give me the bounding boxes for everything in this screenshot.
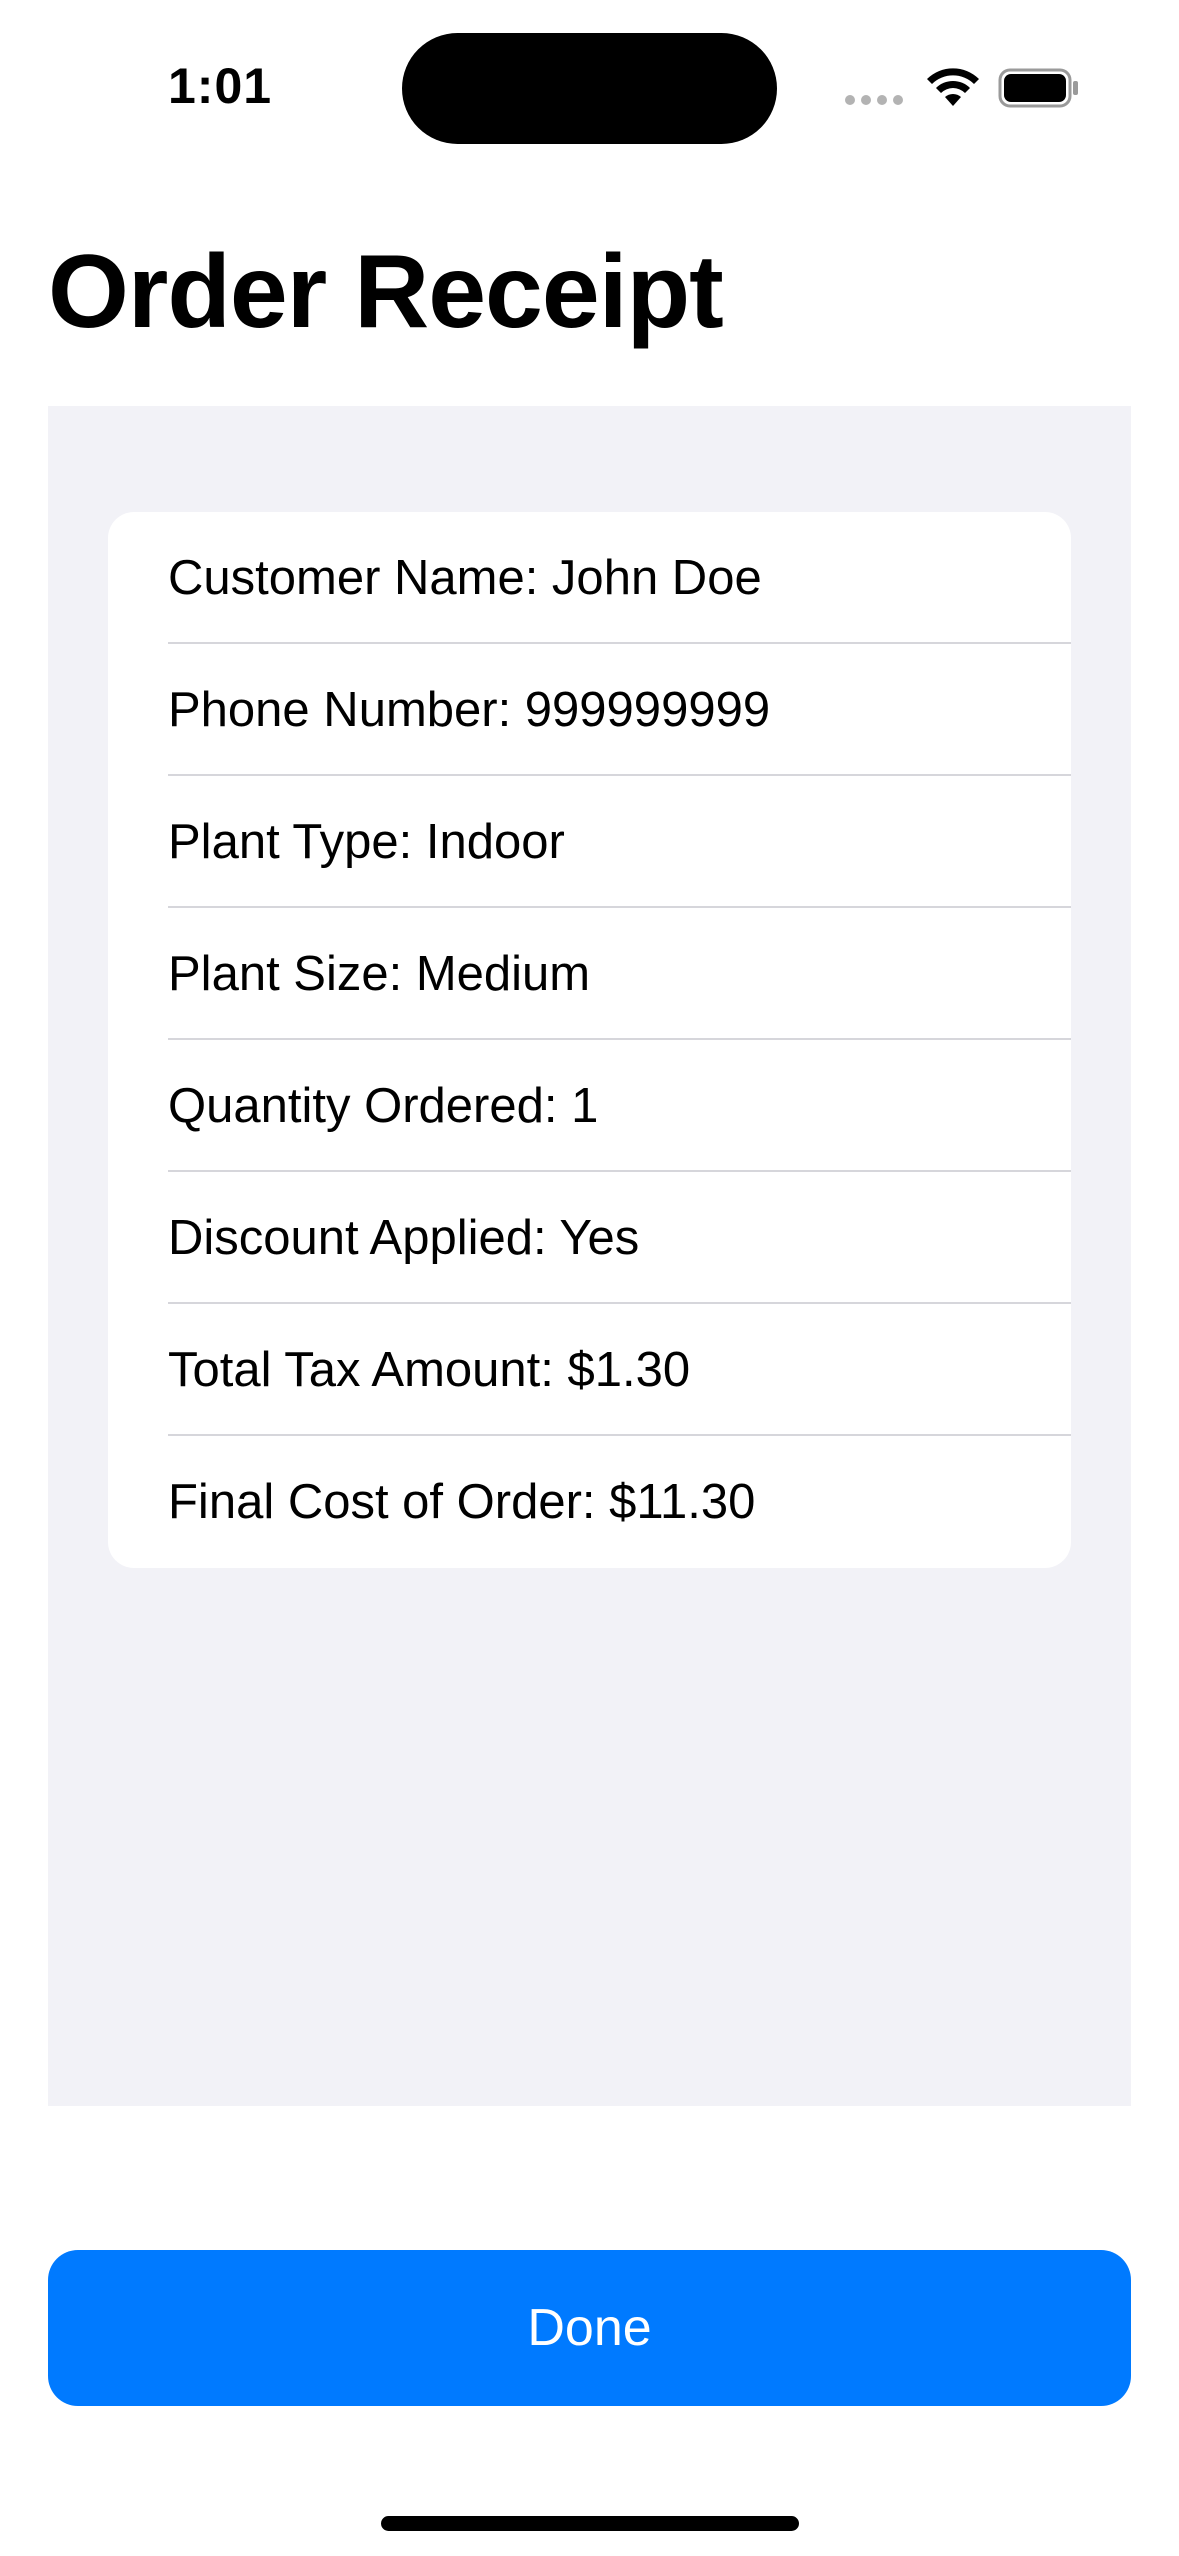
done-button-label: Done <box>527 2299 652 2357</box>
receipt-discount: Discount Applied: Yes <box>168 1211 640 1265</box>
dynamic-island <box>402 33 777 144</box>
list-item: Total Tax Amount: $1.30 <box>108 1304 1071 1436</box>
receipt-plant-type: Plant Type: Indoor <box>168 815 565 869</box>
battery-icon <box>998 68 1078 108</box>
receipt-plant-size: Plant Size: Medium <box>168 947 591 1001</box>
receipt-customer-name: Customer Name: John Doe <box>168 551 762 605</box>
list-item: Plant Size: Medium <box>108 908 1071 1040</box>
list-item: Phone Number: 999999999 <box>108 644 1071 776</box>
wifi-icon <box>927 68 979 106</box>
done-button[interactable]: Done <box>48 2250 1131 2406</box>
receipt-phone-number: Phone Number: 999999999 <box>168 683 771 737</box>
list-item: Discount Applied: Yes <box>108 1172 1071 1304</box>
receipt-final-cost: Final Cost of Order: $11.30 <box>168 1475 756 1529</box>
list-item: Plant Type: Indoor <box>108 776 1071 908</box>
page-title: Order Receipt <box>48 234 724 350</box>
receipt-card: Customer Name: John Doe Phone Number: 99… <box>108 512 1071 1568</box>
list-item: Customer Name: John Doe <box>108 512 1071 644</box>
home-indicator[interactable] <box>381 2516 799 2531</box>
receipt-list-background: Customer Name: John Doe Phone Number: 99… <box>48 406 1131 2106</box>
list-item: Quantity Ordered: 1 <box>108 1040 1071 1172</box>
screen: 1:01 Order Receipt Customer Name: John D… <box>0 0 1179 2556</box>
receipt-quantity: Quantity Ordered: 1 <box>168 1079 599 1133</box>
receipt-tax: Total Tax Amount: $1.30 <box>168 1343 691 1397</box>
signal-dots-icon <box>845 95 903 105</box>
status-time: 1:01 <box>168 58 273 114</box>
list-item: Final Cost of Order: $11.30 <box>108 1436 1071 1568</box>
